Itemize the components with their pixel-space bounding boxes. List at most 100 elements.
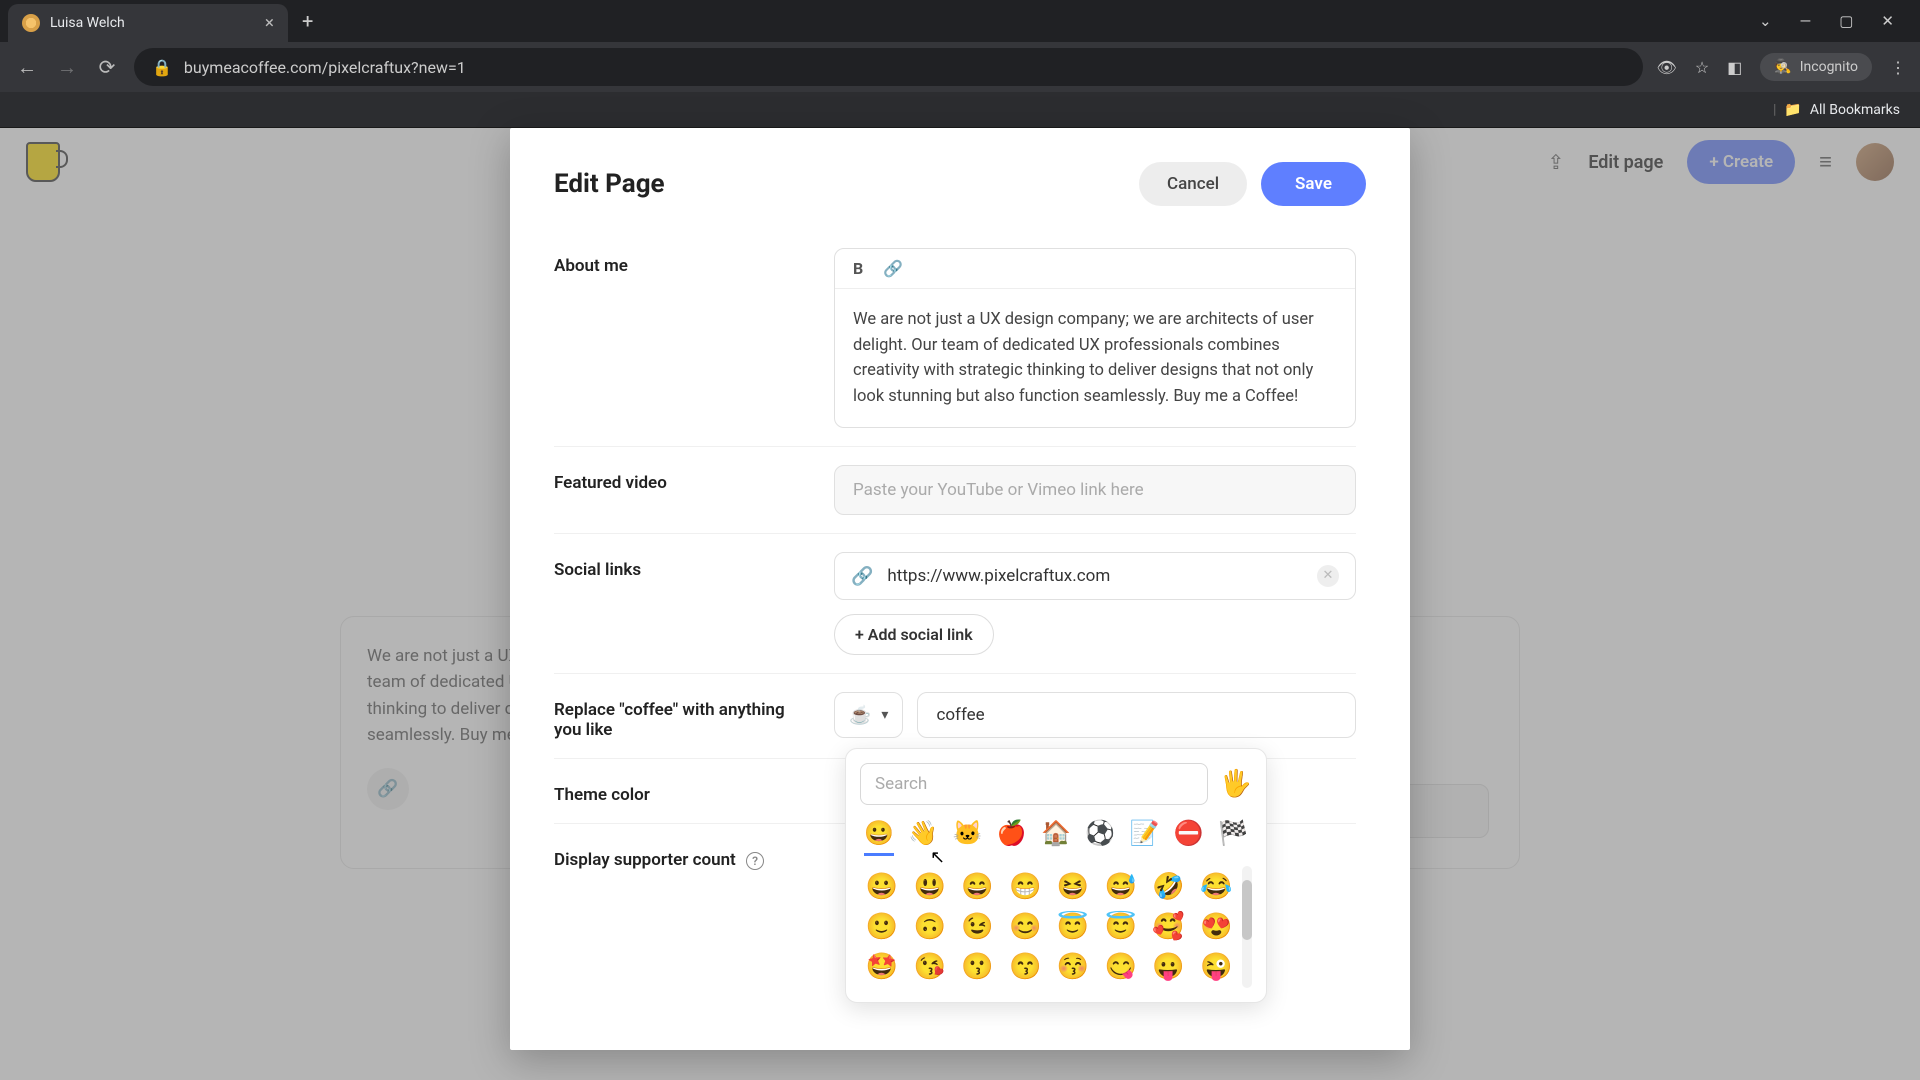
about-row: About me B 🔗 We are not just a UX design… (554, 230, 1356, 447)
bold-button[interactable]: B (853, 259, 863, 278)
about-editor: B 🔗 We are not just a UX design company;… (834, 248, 1356, 428)
address-bar: ← → ⟳ 🔒 buymeacoffee.com/pixelcraftux?ne… (0, 42, 1920, 92)
link-button[interactable]: 🔗 (883, 259, 903, 278)
video-row: Featured video (554, 447, 1356, 534)
emoji-option[interactable]: 😃 (910, 872, 950, 902)
chevron-down-icon[interactable]: ⌄ (1759, 12, 1772, 30)
skin-tone-button[interactable]: 🖐️ (1220, 769, 1252, 799)
url-text: buymeacoffee.com/pixelcraftux?new=1 (184, 58, 466, 77)
star-icon[interactable]: ☆ (1695, 58, 1709, 77)
current-emoji: ☕ (849, 705, 871, 726)
back-button[interactable]: ← (14, 55, 40, 80)
emoji-cat-food[interactable]: 🍎 (997, 819, 1027, 856)
social-label: Social links (554, 552, 804, 580)
theme-label: Theme color (554, 777, 804, 805)
edit-page-modal: Edit Page Cancel Save About me B 🔗 We ar… (510, 128, 1410, 1050)
social-link-field[interactable]: 🔗 https://www.pixelcraftux.com ✕ (834, 552, 1356, 600)
emoji-option[interactable]: 😄 (958, 872, 998, 902)
cancel-button[interactable]: Cancel (1139, 162, 1247, 206)
social-row: Social links 🔗 https://www.pixelcraftux.… (554, 534, 1356, 674)
eye-off-icon[interactable]: 👁 (1657, 58, 1677, 77)
video-label: Featured video (554, 465, 804, 493)
incognito-indicator[interactable]: 🕵️ Incognito (1760, 53, 1872, 81)
emoji-cat-animals[interactable]: 🐱 (953, 819, 983, 856)
window-close-button[interactable]: ✕ (1881, 12, 1894, 30)
favicon-icon (22, 14, 40, 32)
maximize-button[interactable]: ▢ (1839, 12, 1853, 30)
emoji-option[interactable]: 😆 (1053, 872, 1093, 902)
about-textarea[interactable]: We are not just a UX design company; we … (835, 289, 1355, 427)
clear-social-icon[interactable]: ✕ (1317, 565, 1339, 587)
incognito-icon: 🕵️ (1774, 59, 1791, 75)
browser-tab[interactable]: Luisa Welch × (8, 4, 288, 42)
folder-icon: 📁 (1784, 102, 1801, 118)
reload-button[interactable]: ⟳ (94, 55, 120, 79)
incognito-label: Incognito (1800, 59, 1858, 75)
social-url-text[interactable]: https://www.pixelcraftux.com (887, 566, 1303, 586)
emoji-option[interactable]: 😉 (958, 912, 998, 942)
browser-chrome: Luisa Welch × + ⌄ — ▢ ✕ ← → ⟳ 🔒 buymeaco… (0, 0, 1920, 128)
minimize-button[interactable]: — (1800, 12, 1812, 30)
help-icon[interactable]: ? (746, 852, 764, 870)
emoji-cat-people[interactable]: 👋 (908, 819, 938, 856)
replace-input[interactable] (917, 692, 1356, 738)
emoji-option[interactable]: 😁 (1005, 872, 1045, 902)
emoji-cat-travel[interactable]: 🏠 (1041, 819, 1071, 856)
emoji-option[interactable]: 😙 (1005, 952, 1045, 982)
emoji-option[interactable]: 😅 (1101, 872, 1141, 902)
emoji-option[interactable]: 🙂 (862, 912, 902, 942)
emoji-picker: 🖐️ 😀 👋 🐱 🍎 🏠 ⚽ 📝 ⛔ 🏁 😀 😃 😄 😁 😆 😅 🤣 😂 (845, 748, 1267, 1003)
url-field[interactable]: 🔒 buymeacoffee.com/pixelcraftux?new=1 (134, 48, 1643, 86)
tab-close-icon[interactable]: × (265, 13, 274, 33)
modal-header: Edit Page Cancel Save (554, 162, 1366, 206)
emoji-category-tabs: 😀 👋 🐱 🍎 🏠 ⚽ 📝 ⛔ 🏁 (860, 819, 1252, 856)
emoji-option[interactable]: 😛 (1149, 952, 1189, 982)
chevron-down-icon: ▾ (881, 707, 888, 723)
emoji-cat-symbols[interactable]: ⛔ (1174, 819, 1204, 856)
all-bookmarks-link[interactable]: All Bookmarks (1810, 102, 1900, 118)
emoji-option[interactable]: 😊 (1005, 912, 1045, 942)
emoji-cat-objects[interactable]: 📝 (1130, 819, 1160, 856)
window-controls: ⌄ — ▢ ✕ (1759, 12, 1912, 30)
emoji-option[interactable]: 😗 (958, 952, 998, 982)
add-social-button[interactable]: + Add social link (834, 614, 994, 655)
bookmarks-divider: | (1773, 102, 1776, 118)
tab-title: Luisa Welch (50, 15, 255, 31)
emoji-option[interactable]: 😘 (910, 952, 950, 982)
about-label: About me (554, 248, 804, 276)
new-tab-button[interactable]: + (302, 9, 313, 33)
address-bar-right: 👁 ☆ ◧ 🕵️ Incognito ⋮ (1657, 53, 1907, 81)
emoji-option[interactable]: 😂 (1196, 872, 1236, 902)
emoji-search-input[interactable] (860, 763, 1208, 805)
emoji-option[interactable]: 😍 (1196, 912, 1236, 942)
emoji-option[interactable]: 😇 (1101, 912, 1141, 942)
bookmarks-bar: | 📁 All Bookmarks (0, 92, 1920, 128)
emoji-option[interactable]: 🙃 (910, 912, 950, 942)
emoji-option[interactable]: 🤩 (862, 952, 902, 982)
link-icon: 🔗 (851, 566, 873, 587)
save-button[interactable]: Save (1261, 162, 1366, 206)
emoji-option[interactable]: 😚 (1053, 952, 1093, 982)
emoji-scrollbar[interactable] (1242, 866, 1252, 988)
emoji-cat-flags[interactable]: 🏁 (1218, 819, 1248, 856)
kebab-menu-icon[interactable]: ⋮ (1890, 58, 1906, 77)
modal-title: Edit Page (554, 169, 665, 199)
emoji-option[interactable]: 🥰 (1149, 912, 1189, 942)
forward-button[interactable]: → (54, 55, 80, 80)
emoji-dropdown[interactable]: ☕ ▾ (834, 692, 903, 738)
lock-icon: 🔒 (152, 58, 172, 77)
emoji-grid: 😀 😃 😄 😁 😆 😅 🤣 😂 🙂 🙃 😉 😊 😇 😇 🥰 😍 🤩 😘 😗 (860, 866, 1238, 988)
supporter-label: Display supporter count ? (554, 842, 804, 870)
emoji-option[interactable]: 🤣 (1149, 872, 1189, 902)
emoji-option[interactable]: 😇 (1053, 912, 1093, 942)
panel-icon[interactable]: ◧ (1727, 58, 1742, 77)
emoji-option[interactable]: 😋 (1101, 952, 1141, 982)
emoji-cat-activities[interactable]: ⚽ (1085, 819, 1115, 856)
scrollbar-thumb[interactable] (1242, 880, 1252, 940)
emoji-cat-smileys[interactable]: 😀 (864, 819, 894, 856)
replace-row: Replace "coffee" with anything you like … (554, 674, 1356, 758)
emoji-option[interactable]: 😀 (862, 872, 902, 902)
video-input[interactable] (834, 465, 1356, 515)
replace-label: Replace "coffee" with anything you like (554, 692, 804, 740)
emoji-option[interactable]: 😜 (1196, 952, 1236, 982)
